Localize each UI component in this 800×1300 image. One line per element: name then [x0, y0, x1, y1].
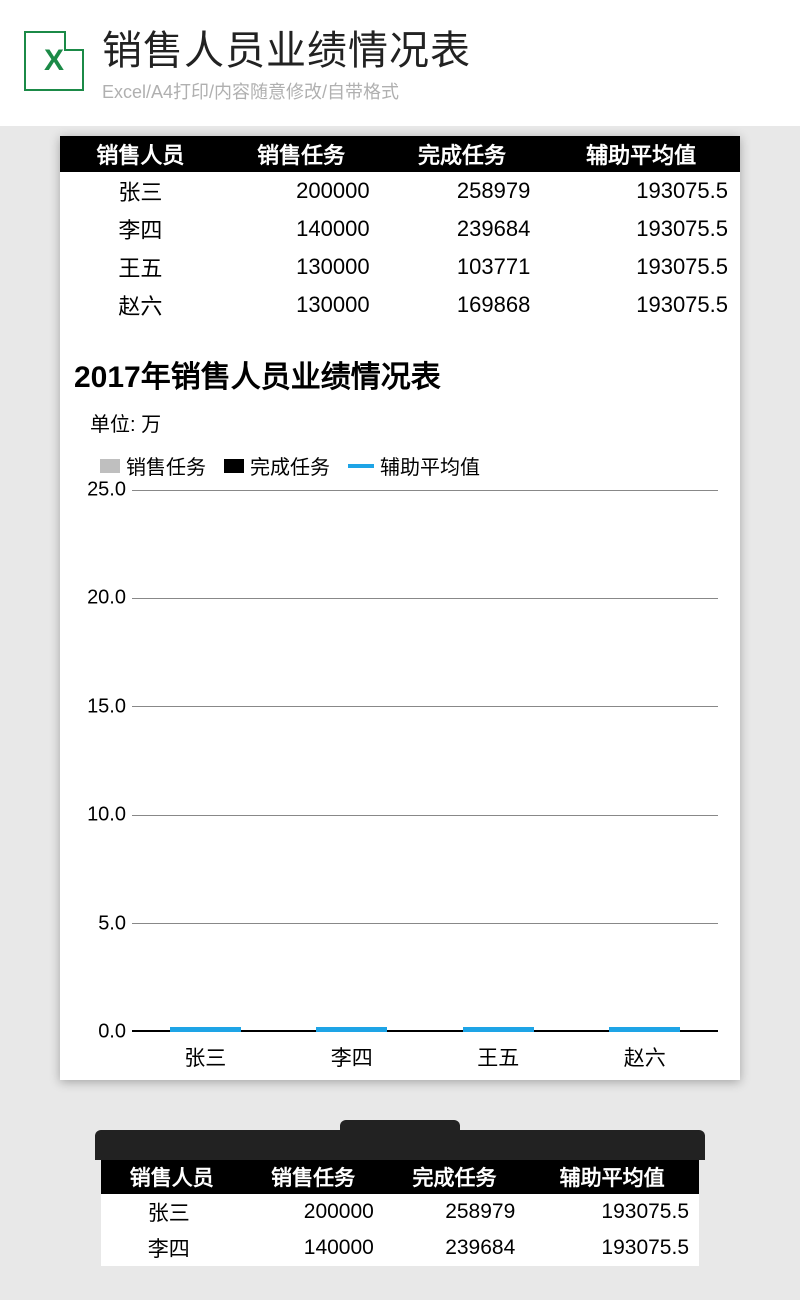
title-block: 销售人员业绩情况表 Excel/A4打印/内容随意修改/自带格式	[102, 18, 471, 104]
legend-item-avg: 辅助平均值	[348, 451, 480, 480]
table-row: 赵六 130000 169868 193075.5	[60, 286, 740, 324]
avg-marker	[170, 1027, 241, 1032]
spacer	[60, 324, 740, 344]
x-tick-label: 赵六	[572, 1042, 719, 1072]
cell-task: 130000	[221, 286, 382, 324]
cell-task: 200000	[242, 1194, 383, 1230]
cell-done: 169868	[382, 286, 543, 324]
page-header: X 销售人员业绩情况表 Excel/A4打印/内容随意修改/自带格式	[0, 0, 800, 126]
excel-icon: X	[24, 31, 84, 91]
col-task: 销售任务	[221, 136, 382, 172]
cell-name: 张三	[60, 172, 221, 210]
cell-avg: 193075.5	[525, 1194, 699, 1230]
cell-done: 239684	[384, 1230, 525, 1266]
x-tick-label: 李四	[279, 1042, 426, 1072]
chart-area: 0.05.010.015.020.025.0张三李四王五赵六	[74, 490, 726, 1080]
x-tick-label: 王五	[425, 1042, 572, 1072]
legend-label-done: 完成任务	[250, 451, 330, 480]
cell-name: 赵六	[60, 286, 221, 324]
cell-task: 140000	[221, 210, 382, 248]
cell-avg: 193075.5	[542, 286, 740, 324]
legend-label-task: 销售任务	[126, 451, 206, 480]
excel-icon-glyph: X	[44, 44, 64, 78]
col-avg: 辅助平均值	[525, 1160, 699, 1194]
thumbnail-area: 销售人员 销售任务 完成任务 辅助平均值 张三 200000 258979 19…	[60, 1130, 740, 1266]
cell-avg: 193075.5	[542, 172, 740, 210]
table-header-row: 销售人员 销售任务 完成任务 辅助平均值	[101, 1160, 699, 1194]
chart-subtitle: 单位: 万	[60, 402, 740, 447]
grid-line	[132, 706, 718, 707]
y-tick-label: 25.0	[74, 479, 126, 502]
col-done: 完成任务	[382, 136, 543, 172]
page-title: 销售人员业绩情况表	[102, 18, 471, 76]
legend-swatch-line	[348, 464, 374, 468]
table-row: 张三 200000 258979 193075.5	[101, 1194, 699, 1230]
page-subtitle: Excel/A4打印/内容随意修改/自带格式	[102, 78, 471, 104]
x-axis-labels: 张三李四王五赵六	[132, 1042, 718, 1072]
grid-line	[132, 815, 718, 816]
y-tick-label: 5.0	[74, 912, 126, 935]
legend-label-avg: 辅助平均值	[380, 451, 480, 480]
thumbnail-table: 销售人员 销售任务 完成任务 辅助平均值 张三 200000 258979 19…	[101, 1160, 699, 1266]
chart-legend: 销售任务 完成任务 辅助平均值	[60, 447, 740, 490]
legend-swatch-black	[224, 459, 244, 473]
legend-item-done: 完成任务	[224, 451, 330, 480]
col-task: 销售任务	[242, 1160, 383, 1194]
y-tick-label: 20.0	[74, 587, 126, 610]
grid-line	[132, 598, 718, 599]
cell-avg: 193075.5	[525, 1230, 699, 1266]
col-salesperson: 销售人员	[60, 136, 221, 172]
cell-name: 张三	[101, 1194, 242, 1230]
chart-plot	[132, 490, 718, 1032]
cell-name: 李四	[60, 210, 221, 248]
table-row: 李四 140000 239684 193075.5	[60, 210, 740, 248]
legend-item-task: 销售任务	[100, 451, 206, 480]
grid-line	[132, 490, 718, 491]
cell-task: 140000	[242, 1230, 383, 1266]
cell-done: 258979	[382, 172, 543, 210]
document-sheet: 销售人员 销售任务 完成任务 辅助平均值 张三 200000 258979 19…	[60, 136, 740, 1080]
avg-marker	[316, 1027, 387, 1032]
y-tick-label: 10.0	[74, 804, 126, 827]
cell-task: 130000	[221, 248, 382, 286]
chart-title: 2017年销售人员业绩情况表	[60, 344, 740, 402]
table-row: 王五 130000 103771 193075.5	[60, 248, 740, 286]
y-tick-label: 0.0	[74, 1021, 126, 1044]
y-tick-label: 15.0	[74, 695, 126, 718]
table-header-row: 销售人员 销售任务 完成任务 辅助平均值	[60, 136, 740, 172]
cell-name: 王五	[60, 248, 221, 286]
data-table: 销售人员 销售任务 完成任务 辅助平均值 张三 200000 258979 19…	[60, 136, 740, 324]
clipboard-thumbnail: 销售人员 销售任务 完成任务 辅助平均值 张三 200000 258979 19…	[85, 1130, 715, 1266]
cell-done: 258979	[384, 1194, 525, 1230]
cell-avg: 193075.5	[542, 210, 740, 248]
cell-done: 103771	[382, 248, 543, 286]
cell-avg: 193075.5	[542, 248, 740, 286]
table-row: 张三 200000 258979 193075.5	[60, 172, 740, 210]
avg-marker	[609, 1027, 680, 1032]
grid-line	[132, 923, 718, 924]
document-area: 销售人员 销售任务 完成任务 辅助平均值 张三 200000 258979 19…	[0, 126, 800, 1266]
avg-marker	[463, 1027, 534, 1032]
col-avg: 辅助平均值	[542, 136, 740, 172]
cell-done: 239684	[382, 210, 543, 248]
cell-task: 200000	[221, 172, 382, 210]
cell-name: 李四	[101, 1230, 242, 1266]
col-salesperson: 销售人员	[101, 1160, 242, 1194]
legend-swatch-gray	[100, 459, 120, 473]
clipboard-body: 销售人员 销售任务 完成任务 辅助平均值 张三 200000 258979 19…	[101, 1160, 699, 1266]
table-row: 李四 140000 239684 193075.5	[101, 1230, 699, 1266]
x-tick-label: 张三	[132, 1042, 279, 1072]
col-done: 完成任务	[384, 1160, 525, 1194]
clipboard-clip-icon	[95, 1130, 705, 1160]
